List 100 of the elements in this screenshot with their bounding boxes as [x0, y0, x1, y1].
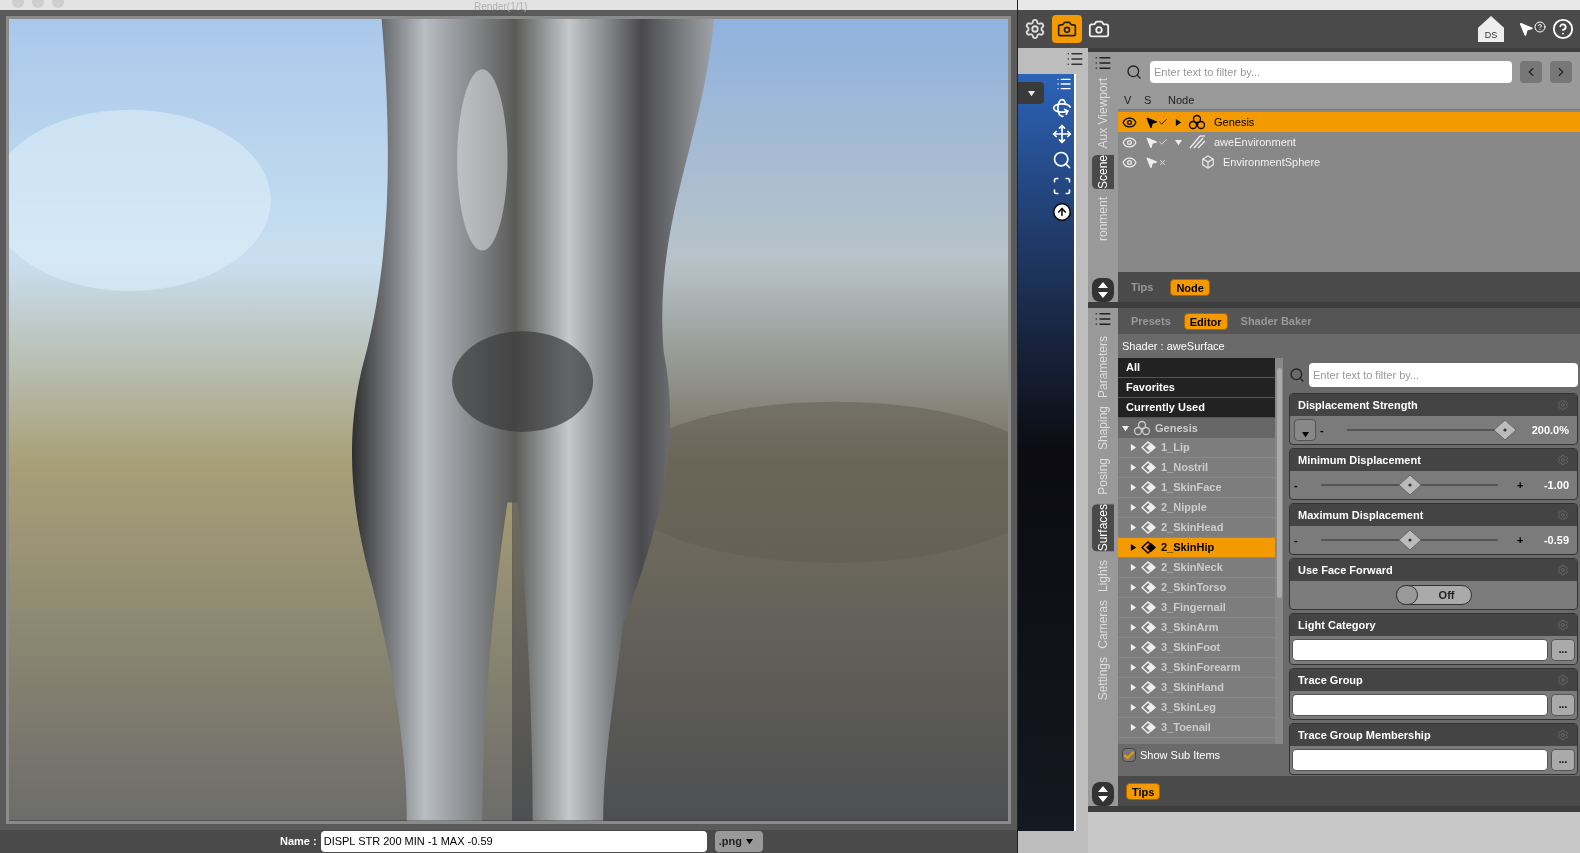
side-tab[interactable]: Posing: [1091, 458, 1115, 495]
property-label: Displacement Strength: [1298, 397, 1418, 413]
surface-item[interactable]: 3_SkinArm: [1118, 618, 1275, 638]
scene-node-row[interactable]: aweEnvironment: [1118, 132, 1580, 152]
menu-icon[interactable]: [1094, 54, 1112, 72]
surface-item[interactable]: 2_SkinHip: [1118, 538, 1275, 558]
search-icon[interactable]: [1126, 64, 1142, 80]
toggle-knob: [1395, 585, 1418, 605]
filter-field[interactable]: Enter text to filter by...: [1309, 363, 1578, 387]
surface-icon: [1141, 561, 1157, 574]
light-rays-icon: [1188, 135, 1206, 149]
surface-group-item[interactable]: All: [1118, 358, 1275, 378]
forward-button[interactable]: [1550, 61, 1572, 83]
column-header[interactable]: S: [1140, 92, 1162, 109]
surface-icon: [1141, 661, 1157, 674]
filter-field[interactable]: Enter text to filter by...: [1150, 61, 1512, 83]
menu-icon[interactable]: [1056, 76, 1072, 92]
scroll-arrows-icon[interactable]: [1092, 278, 1114, 302]
zoom-icon[interactable]: [1052, 150, 1072, 170]
frame-icon[interactable]: [1052, 176, 1072, 196]
selectable-check-icon[interactable]: [1145, 115, 1168, 129]
side-tab[interactable]: Cameras: [1091, 600, 1115, 649]
surface-item[interactable]: 2_Nipple: [1118, 498, 1275, 518]
visibility-eye-icon[interactable]: [1122, 114, 1137, 130]
surface-group-item[interactable]: Favorites: [1118, 378, 1275, 398]
browse-button[interactable]: ...: [1551, 639, 1575, 661]
surface-item[interactable]: 3_SkinForearm: [1118, 658, 1275, 678]
menu-icon[interactable]: [1094, 310, 1112, 328]
side-tab[interactable]: Surfaces: [1091, 502, 1115, 553]
caret-icon[interactable]: [1027, 89, 1035, 97]
text-field[interactable]: [1292, 749, 1548, 771]
surface-item[interactable]: 1_Lip: [1118, 438, 1275, 458]
caret-icon[interactable]: [1130, 544, 1137, 551]
panel-tab[interactable]: Node: [1170, 278, 1210, 296]
surface-item[interactable]: 1_Nostril: [1118, 458, 1275, 478]
surface-tree-root[interactable]: Genesis: [1118, 418, 1275, 438]
menu-icon[interactable]: [1066, 50, 1084, 68]
panel-tab[interactable]: Tips: [1126, 278, 1159, 296]
home-icon[interactable]: DS: [1478, 16, 1504, 42]
caret-icon[interactable]: [1122, 424, 1129, 432]
caret-icon[interactable]: [1174, 118, 1182, 126]
camera-icon[interactable]: [1088, 18, 1110, 40]
slider-thumb[interactable]: [1398, 530, 1421, 550]
viewport[interactable]: [1018, 74, 1076, 831]
text-field[interactable]: [1292, 694, 1548, 716]
scene-node-row[interactable]: Genesis: [1118, 112, 1580, 132]
help-icon[interactable]: [1552, 18, 1574, 40]
render-settings-icon[interactable]: [1024, 18, 1046, 40]
surface-item[interactable]: 3_SkinHand: [1118, 678, 1275, 698]
pan-icon[interactable]: [1052, 124, 1072, 144]
surface-icon: [1141, 721, 1157, 734]
scroll-arrows-icon[interactable]: [1092, 782, 1114, 806]
panel-tab[interactable]: Presets: [1126, 312, 1176, 330]
text-field[interactable]: [1292, 639, 1548, 661]
side-tab[interactable]: Lights: [1091, 560, 1115, 593]
view-dropdown[interactable]: [1018, 82, 1044, 104]
slider-value[interactable]: -0.59: [1529, 531, 1573, 549]
selectable-check-icon[interactable]: [1145, 135, 1168, 149]
toggle-switch[interactable]: Off: [1395, 585, 1472, 605]
scene-node-row[interactable]: EnvironmentSphere: [1118, 152, 1580, 172]
search-icon[interactable]: [1289, 367, 1305, 383]
panel-tab[interactable]: Shader Baker: [1235, 312, 1317, 330]
browse-button[interactable]: ...: [1551, 694, 1575, 716]
pointer-help-icon[interactable]: [1518, 21, 1546, 37]
surface-item[interactable]: 3_Toenail: [1118, 718, 1275, 738]
surface-group-item[interactable]: Currently Used: [1118, 398, 1275, 418]
surface-item[interactable]: 3_SkinFoot: [1118, 638, 1275, 658]
checkbox[interactable]: [1122, 748, 1136, 762]
browse-button[interactable]: ...: [1551, 749, 1575, 771]
slider-thumb[interactable]: [1398, 475, 1421, 495]
slider-value[interactable]: 200.0%: [1529, 421, 1573, 439]
scrollbar[interactable]: [1275, 358, 1283, 744]
side-tab[interactable]: Shaping: [1091, 406, 1115, 451]
side-tab[interactable]: Settings: [1091, 656, 1115, 701]
not-selectable-icon[interactable]: [1145, 155, 1167, 169]
column-header[interactable]: Node: [1162, 92, 1195, 109]
surface-item[interactable]: 2_SkinNeck: [1118, 558, 1275, 578]
surface-item[interactable]: 1_SkinFace: [1118, 478, 1275, 498]
surface-item[interactable]: 3_Fingernail: [1118, 598, 1275, 618]
name-field[interactable]: DISPL STR 200 MIN -1 MAX -0.59: [320, 830, 707, 852]
surface-icon: [1141, 601, 1157, 614]
panel-tab[interactable]: Tips: [1126, 782, 1161, 800]
side-tab[interactable]: Aux Viewport: [1091, 78, 1115, 149]
surface-item[interactable]: 2_SkinTorso: [1118, 578, 1275, 598]
side-tab[interactable]: Scene: [1091, 154, 1115, 191]
surface-item[interactable]: 3_SkinLeg: [1118, 698, 1275, 718]
back-button[interactable]: [1520, 61, 1542, 83]
format-dropdown[interactable]: .png: [714, 830, 763, 852]
render-camera-icon[interactable]: [1052, 15, 1082, 43]
side-tab[interactable]: ronment: [1091, 196, 1115, 241]
side-tab[interactable]: Parameters: [1091, 336, 1115, 399]
caret-icon[interactable]: [1301, 431, 1309, 438]
orbit-icon[interactable]: [1052, 98, 1072, 118]
panel-tab[interactable]: Editor: [1183, 312, 1228, 330]
menu-button[interactable]: [1294, 419, 1316, 441]
surface-icon: [1141, 481, 1157, 494]
slider-thumb[interactable]: [1494, 420, 1517, 440]
caret-icon[interactable]: [745, 837, 753, 845]
column-header[interactable]: V: [1118, 92, 1140, 109]
slider-value[interactable]: -1.00: [1529, 476, 1573, 494]
